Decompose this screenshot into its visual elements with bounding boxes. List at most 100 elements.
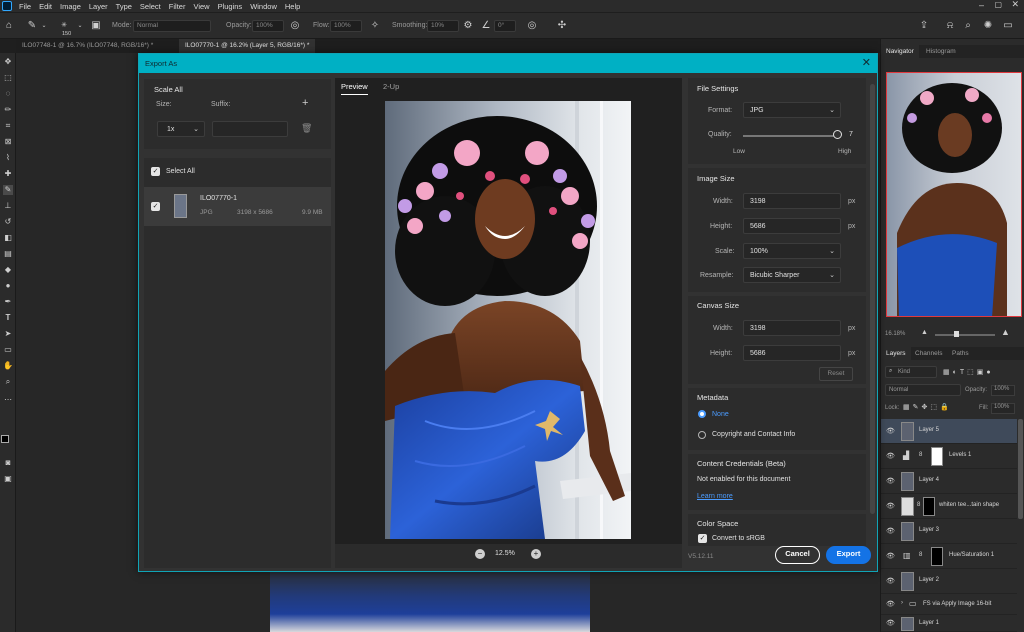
file-checkbox[interactable]: ✓	[151, 202, 160, 211]
type-tool-icon[interactable]: T	[3, 313, 13, 323]
close-icon[interactable]: ✕	[862, 56, 871, 69]
rectangle-tool-icon[interactable]: ▭	[3, 345, 13, 355]
navigator-zoom-value[interactable]: 16.18%	[885, 331, 905, 337]
layer-row[interactable]: 👁 Layer 2	[881, 569, 1017, 594]
layer-mask-thumbnail[interactable]	[931, 447, 943, 466]
flow-input[interactable]: 100%	[330, 20, 362, 32]
zoom-tool-icon[interactable]: ⌕	[3, 377, 13, 387]
file-list-item[interactable]: ✓ ILO07770-1 JPG 3198 x 5686 9.9 MB	[144, 187, 331, 226]
canvas-width-input[interactable]: 3198	[743, 320, 841, 336]
image-height-input[interactable]: 5686	[743, 218, 841, 234]
search-icon[interactable]: ⌕	[962, 20, 974, 32]
angle-input[interactable]: 0°	[494, 20, 516, 32]
menu-plugins[interactable]: Plugins	[214, 2, 247, 11]
canvas-height-input[interactable]: 5686	[743, 345, 841, 361]
pressure-size-icon[interactable]: ◎	[526, 20, 538, 32]
dialog-titlebar[interactable]: Export As ✕	[139, 54, 877, 73]
layer-group-row[interactable]: 👁 › ▭ FS via Apply Image 16-bit	[881, 594, 1017, 615]
suffix-input[interactable]	[212, 121, 288, 137]
preview-image[interactable]	[385, 101, 631, 539]
resample-select[interactable]: Bicubic Sharper ⌄	[743, 267, 841, 283]
convert-srgb-checkbox[interactable]: ✓	[698, 534, 707, 543]
export-button[interactable]: Export	[826, 546, 871, 564]
frame-tool-icon[interactable]: ⊠	[3, 137, 13, 147]
lock-icons[interactable]: ▦✎✥⬚🔒	[903, 403, 952, 411]
trash-icon[interactable]: 🗑	[301, 123, 312, 134]
visibility-eye-icon[interactable]: 👁	[886, 600, 895, 608]
visibility-eye-icon[interactable]: 👁	[886, 619, 895, 627]
maximize-icon[interactable]: ▢	[994, 0, 1002, 9]
scale-select[interactable]: 100% ⌄	[743, 243, 841, 259]
layer-filter-icons[interactable]: ▦◐T⬚▣●	[943, 368, 994, 376]
visibility-eye-icon[interactable]: 👁	[886, 552, 895, 560]
metadata-none-radio[interactable]	[698, 410, 706, 418]
visibility-eye-icon[interactable]: 👁	[886, 527, 895, 535]
tab-2up[interactable]: 2-Up	[383, 82, 399, 91]
dodge-tool-icon[interactable]: ●	[3, 281, 13, 291]
zoom-out-mountain-icon[interactable]: ▲	[921, 329, 928, 336]
opacity-input[interactable]: 100%	[252, 20, 284, 32]
screen-mode-icon[interactable]: ▣	[3, 474, 13, 484]
pressure-opacity-icon[interactable]: ◎	[289, 20, 301, 32]
scale-size-select[interactable]: 1x ⌄	[157, 121, 205, 137]
visibility-eye-icon[interactable]: 👁	[886, 477, 895, 485]
layers-scrollbar[interactable]	[1018, 419, 1023, 519]
share-icon[interactable]: ⇪	[918, 20, 930, 32]
visibility-eye-icon[interactable]: 👁	[886, 427, 895, 435]
cancel-button[interactable]: Cancel	[775, 546, 820, 564]
zoom-in-icon[interactable]: +	[531, 549, 541, 559]
layer-mask-thumbnail[interactable]	[931, 547, 943, 566]
menu-image[interactable]: Image	[56, 2, 85, 11]
close-window-icon[interactable]: ✕	[1011, 0, 1019, 10]
move-tool-icon[interactable]: ✥	[3, 57, 13, 67]
smoothing-options-gear-icon[interactable]: ⚙	[462, 20, 474, 32]
healing-tool-icon[interactable]: ✚	[3, 169, 13, 179]
add-scale-icon[interactable]: +	[302, 97, 308, 109]
layer-row[interactable]: 👁 Layer 4	[881, 469, 1017, 494]
menu-select[interactable]: Select	[136, 2, 165, 11]
navigator-zoom-thumb[interactable]	[954, 331, 959, 337]
tab-channels[interactable]: Channels	[910, 347, 947, 360]
layer-mask-thumbnail[interactable]	[923, 497, 935, 516]
marquee-tool-icon[interactable]: ⬚	[3, 73, 13, 83]
doc-tab-ilo07748[interactable]: ILO07748-1 @ 16.7% (ILO07748, RGB/16*) *	[16, 39, 159, 53]
quality-slider-thumb[interactable]	[833, 130, 842, 139]
chevron-right-icon[interactable]: ›	[901, 600, 903, 606]
workspace-icon[interactable]: ▭	[1002, 20, 1014, 32]
tab-paths[interactable]: Paths	[947, 347, 974, 360]
image-width-input[interactable]: 3198	[743, 193, 841, 209]
airbrush-icon[interactable]: ✧	[369, 20, 381, 32]
layers-opacity-input[interactable]: 100%	[991, 385, 1015, 396]
menu-help[interactable]: Help	[281, 2, 304, 11]
symmetry-icon[interactable]: ✣	[556, 20, 568, 32]
pen-tool-icon[interactable]: ✒	[3, 297, 13, 307]
menu-type[interactable]: Type	[112, 2, 136, 11]
zoom-in-mountain-icon[interactable]: ▲	[1001, 327, 1010, 337]
reset-button[interactable]: Reset	[819, 367, 853, 381]
visibility-eye-icon[interactable]: 👁	[886, 577, 895, 585]
learn-more-link[interactable]: Learn more	[697, 493, 733, 500]
select-all-checkbox[interactable]: ✓	[151, 167, 160, 176]
quality-slider-track[interactable]	[743, 135, 835, 137]
path-select-tool-icon[interactable]: ➤	[3, 329, 13, 339]
menu-edit[interactable]: Edit	[35, 2, 56, 11]
layer-row[interactable]: 👁 8 whiten tee...tain shape	[881, 494, 1017, 519]
tab-navigator[interactable]: Navigator	[881, 45, 919, 58]
layer-kind-filter[interactable]: ⌕ Kind	[885, 366, 937, 378]
hand-tool-icon[interactable]: ✋	[3, 361, 13, 371]
layer-row[interactable]: 👁 Layer 1	[881, 615, 1017, 632]
quick-select-tool-icon[interactable]: ✏	[3, 105, 13, 115]
doc-tab-ilo07770[interactable]: ILO07770-1 @ 16.2% (Layer 5, RGB/16*) *	[179, 39, 316, 53]
clone-stamp-tool-icon[interactable]: ⊥	[3, 201, 13, 211]
lasso-tool-icon[interactable]: ◌	[3, 89, 13, 99]
crop-tool-icon[interactable]: ⌗	[3, 121, 13, 131]
menu-window[interactable]: Window	[246, 2, 281, 11]
menu-view[interactable]: View	[189, 2, 213, 11]
eraser-tool-icon[interactable]: ◧	[3, 233, 13, 243]
history-brush-tool-icon[interactable]: ↺	[3, 217, 13, 227]
blur-tool-icon[interactable]: ◆	[3, 265, 13, 275]
quick-mask-icon[interactable]: ◙	[3, 458, 13, 468]
layer-row[interactable]: 👁 ▟ 8 Levels 1	[881, 444, 1017, 469]
brush-settings-icon[interactable]: ▣	[90, 20, 102, 32]
document-canvas-image[interactable]	[270, 572, 590, 632]
